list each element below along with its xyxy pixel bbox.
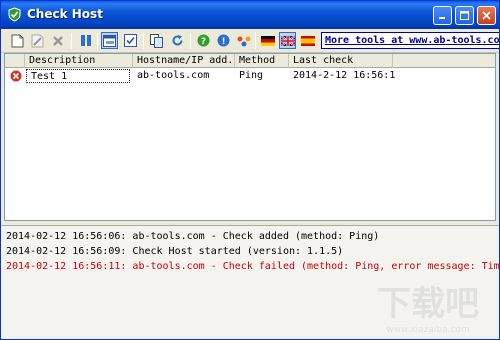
copy-button[interactable] [148,32,165,49]
edit-check-button[interactable] [29,32,46,49]
language-german-button[interactable] [259,32,276,49]
flag-spain-icon [300,35,315,46]
column-description[interactable]: Description [25,54,133,68]
row-description: Test 1 [26,69,130,83]
edit-icon [31,34,44,47]
checks-list[interactable]: Description Hostname/IP add... Method La… [4,53,496,221]
delete-icon [52,35,63,46]
pause-button[interactable] [77,32,94,49]
check-shield-icon [7,7,22,22]
column-last-check[interactable]: Last check [289,54,393,68]
table-row[interactable]: Test 1 ab-tools.com Ping 2014-2-12 16:56… [5,69,495,83]
refresh-button[interactable] [169,32,186,49]
svg-text:下载吧: 下载吧 [377,284,479,324]
new-check-button[interactable] [9,32,26,49]
toolbar: ? ! More tools at www.ab-tools.com [1,29,499,53]
log-line-error: 2014-02-12 16:56:11: ab-tools.com - Chec… [6,261,500,272]
delete-check-button[interactable] [49,32,66,49]
row-hostname: ab-tools.com [137,70,210,81]
svg-text:!: ! [221,37,225,47]
info-icon: ! [217,34,230,47]
log-line: 2014-02-12 16:56:06: ab-tools.com - Chec… [6,231,380,242]
maximize-button[interactable] [455,6,474,25]
help-button[interactable]: ? [195,32,212,49]
help-icon: ? [197,34,210,47]
view-list-icon [103,34,116,47]
pause-icon [80,35,91,46]
svg-text:?: ? [201,37,206,47]
toolbar-separator [143,33,144,49]
row-last-check: 2014-2-12 16:56:11 [293,70,395,81]
window-title: Check Host [27,7,103,21]
close-icon [482,11,491,20]
share-icon [237,36,250,46]
view-check-button[interactable] [122,32,139,49]
flag-germany-icon [260,35,275,46]
minimize-icon [439,17,445,19]
svg-text:www.xiazaiba.com: www.xiazaiba.com [386,325,470,335]
toolbar-separator [190,33,191,49]
minimize-button[interactable] [433,6,452,25]
title-bar[interactable]: Check Host [1,1,499,29]
view-list-button[interactable] [101,32,118,49]
list-header: Description Hostname/IP add... Method La… [5,54,495,68]
watermark-logo: 下载吧 www.xiazaiba.com [377,284,479,335]
column-status[interactable] [5,54,25,68]
column-method[interactable]: Method [235,54,289,68]
language-spanish-button[interactable] [299,32,316,49]
column-hostname[interactable]: Hostname/IP add... [133,54,235,68]
more-tools-link[interactable]: More tools at www.ab-tools.com [321,32,499,49]
maximize-icon [460,11,469,20]
row-method: Ping [239,70,264,81]
view-check-icon [124,34,137,47]
toolbar-separator [71,33,72,49]
close-button[interactable] [477,6,496,25]
log-line: 2014-02-12 16:56:09: Check Host started … [6,246,344,257]
new-icon [11,34,24,47]
log-panel[interactable]: 2014-02-12 16:56:06: ab-tools.com - Chec… [1,225,499,339]
flag-uk-icon [280,35,295,46]
copy-icon [150,33,163,48]
toolbar-separator [255,33,256,49]
toolbar-separator [97,33,98,49]
app-window: Check Host ? ! More tools at www.ab-tool… [0,0,500,340]
share-button[interactable] [235,32,252,49]
error-icon [10,70,22,82]
info-button[interactable]: ! [215,32,232,49]
refresh-icon [172,35,183,46]
language-english-button[interactable] [279,32,296,49]
